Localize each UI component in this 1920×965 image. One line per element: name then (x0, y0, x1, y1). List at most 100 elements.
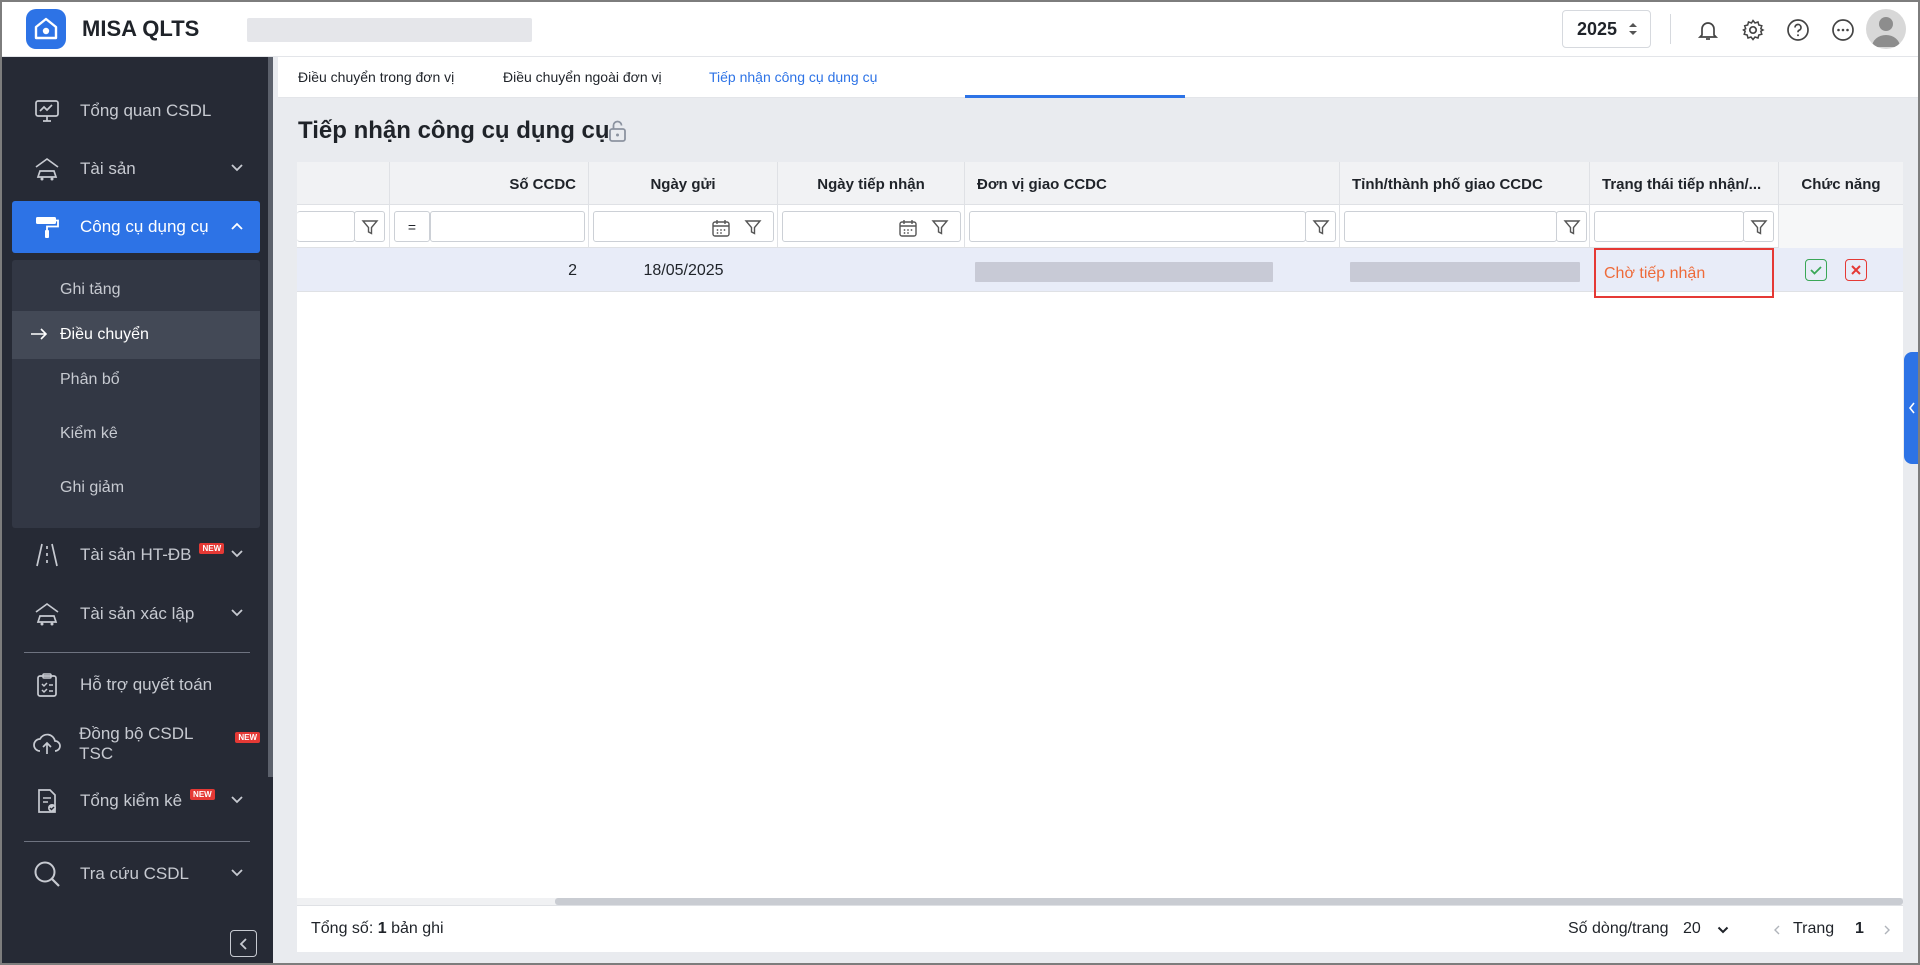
sidebar-item-tong-kiem-ke[interactable]: Tổng kiểm kê NEW (12, 775, 260, 827)
year-selector[interactable]: 2025 (1562, 10, 1651, 48)
filter-icon[interactable] (1743, 211, 1774, 242)
chevron-up-icon (231, 222, 243, 230)
total-unit: bản ghi (391, 920, 444, 937)
sidebar-item-ho-tro-quyet-toan[interactable]: Hỗ trợ quyết toán (12, 659, 260, 711)
sidebar-item-tai-san-xac-lap[interactable]: Tài sản xác lập (12, 588, 260, 640)
filter-input-trang-thai[interactable] (1594, 211, 1744, 242)
cell-trang-thai: Chờ tiếp nhận (1594, 248, 1774, 298)
reject-button[interactable] (1845, 259, 1867, 281)
sidebar-item-tong-quan[interactable]: Tổng quan CSDL (12, 85, 260, 137)
calendar-icon[interactable] (711, 218, 731, 238)
tab-bar: Điều chuyển trong đơn vị Điều chuyển ngo… (278, 57, 1918, 98)
submenu-item-ghi-giam[interactable]: Ghi giảm (12, 464, 260, 512)
total-count: 1 (377, 920, 387, 937)
sidebar-item-label: Công cụ dụng cụ (80, 217, 209, 236)
filter-cell-trang-thai (1590, 205, 1779, 248)
filter-cell-tinh-thanh-pho (1340, 205, 1590, 248)
logo-icon (34, 17, 58, 40)
sidebar-item-label: Tổng kiểm kê (80, 791, 183, 810)
filter-cell-so-ccdc: = (390, 205, 589, 248)
filter-input-ngay-gui[interactable] (593, 211, 774, 242)
filter-input-don-vi-giao[interactable] (969, 211, 1306, 242)
prev-page-icon[interactable] (1772, 924, 1782, 936)
new-badge: NEW (199, 542, 225, 554)
year-value: 2025 (1577, 19, 1618, 39)
app-frame: MISA QLTS 2025 Tổng quan CSDL Tài sản Cô… (0, 0, 1920, 965)
cell-so-ccdc: 2 (568, 262, 577, 279)
grid-header: Số CCDC Ngày gửi Ngày tiếp nhận Đơn vị g… (297, 162, 1903, 205)
page-size-value: 20 (1683, 920, 1701, 937)
filter-cell-ngay-tiep-nhan (778, 205, 965, 248)
filter-operator[interactable]: = (394, 211, 430, 242)
filter-input[interactable] (297, 211, 355, 242)
accept-button[interactable] (1805, 259, 1827, 281)
sidebar-item-label: Tra cứu CSDL (80, 864, 189, 883)
gear-icon[interactable] (1739, 16, 1767, 44)
house-car-icon (30, 597, 64, 631)
chevron-down-icon (1717, 926, 1729, 934)
tab-dieu-chuyen-ngoai-don-vi[interactable]: Điều chuyển ngoài đơn vị (503, 57, 662, 98)
avatar[interactable] (1866, 9, 1906, 49)
sidebar-item-label: Tổng quan CSDL (80, 101, 212, 120)
clipboard-check-icon (30, 668, 64, 702)
submenu-item-ghi-tang[interactable]: Ghi tăng (12, 266, 260, 314)
grid-footer: Tổng số: 1 bản ghi Số dòng/trang 20 Tran… (297, 905, 1903, 952)
filter-input-ngay-tiep-nhan[interactable] (782, 211, 961, 242)
filter-icon[interactable] (1305, 211, 1336, 242)
submenu-item-phan-bo[interactable]: Phân bổ (12, 356, 260, 404)
monitor-chart-icon (30, 94, 64, 128)
horizontal-scrollbar[interactable] (297, 898, 1903, 905)
sidebar-item-label: Tài sản (80, 159, 136, 178)
header-so-ccdc[interactable]: Số CCDC (390, 162, 589, 205)
data-grid: Số CCDC Ngày gửi Ngày tiếp nhận Đơn vị g… (297, 162, 1903, 952)
spinner-icon (1629, 23, 1637, 35)
sidebar-item-tra-cuu-csdl[interactable]: Tra cứu CSDL (12, 848, 260, 900)
filter-icon[interactable] (931, 218, 949, 236)
header-don-vi-giao[interactable]: Đơn vị giao CCDC (965, 162, 1340, 205)
header-ngay-tiep-nhan[interactable]: Ngày tiếp nhận (778, 162, 965, 205)
help-icon[interactable] (1784, 16, 1812, 44)
header-tinh-thanh-pho[interactable]: Tỉnh/thành phố giao CCDC (1340, 162, 1590, 205)
filter-icon[interactable] (354, 211, 385, 242)
submenu-label: Điều chuyển (60, 326, 149, 343)
collapse-sidebar-button[interactable] (230, 930, 257, 957)
topbar-divider (1670, 14, 1671, 44)
submenu-item-kiem-ke[interactable]: Kiểm kê (12, 410, 260, 458)
filter-input-tinh-thanh-pho[interactable] (1344, 211, 1557, 242)
side-panel-toggle[interactable] (1904, 352, 1918, 464)
filter-cell (297, 205, 390, 248)
chevron-down-icon (231, 869, 243, 877)
scrollbar-thumb[interactable] (555, 898, 1903, 905)
close-icon (1851, 265, 1861, 275)
unlock-icon[interactable] (607, 119, 629, 143)
tab-dieu-chuyen-trong-don-vi[interactable]: Điều chuyển trong đơn vị (298, 57, 454, 98)
filter-icon[interactable] (1556, 211, 1587, 242)
sidebar-item-cong-cu-dung-cu[interactable]: Công cụ dụng cụ (12, 201, 260, 253)
cloud-upload-icon (30, 727, 63, 761)
tab-tiep-nhan-cong-cu-dung-cu[interactable]: Tiếp nhận công cụ dụng cụ (709, 57, 877, 98)
chevron-down-icon (231, 164, 243, 172)
user-icon (1872, 17, 1900, 47)
submenu-item-dieu-chuyen[interactable]: Điều chuyển (12, 311, 260, 359)
check-icon (1810, 266, 1822, 275)
filter-input-so-ccdc[interactable] (430, 211, 585, 242)
sidebar-item-label: Đồng bộ CSDL TSC (79, 724, 193, 763)
sidebar-item-tai-san[interactable]: Tài sản (12, 143, 260, 195)
next-page-icon[interactable] (1882, 924, 1892, 936)
app-logo[interactable] (26, 9, 66, 49)
total-label: Tổng số: (311, 920, 374, 937)
current-page[interactable]: 1 (1855, 920, 1864, 938)
sidebar-scrollbar[interactable] (268, 57, 273, 777)
more-icon[interactable] (1829, 16, 1857, 44)
arrow-right-icon (31, 328, 48, 340)
sidebar-item-dong-bo-csdl-tsc[interactable]: Đồng bộ CSDL TSC NEW (12, 718, 260, 770)
submenu-label: Kiểm kê (60, 425, 118, 442)
bell-icon[interactable] (1694, 16, 1722, 44)
header-ngay-gui[interactable]: Ngày gửi (589, 162, 778, 205)
header-trang-thai[interactable]: Trạng thái tiếp nhận/... (1590, 162, 1779, 205)
calendar-icon[interactable] (898, 218, 918, 238)
sidebar-divider (24, 841, 250, 842)
sidebar-item-tai-san-ht-db[interactable]: Tài sản HT-ĐB NEW (12, 529, 260, 581)
page-size-select[interactable]: 20 (1683, 920, 1735, 942)
filter-icon[interactable] (744, 218, 762, 236)
